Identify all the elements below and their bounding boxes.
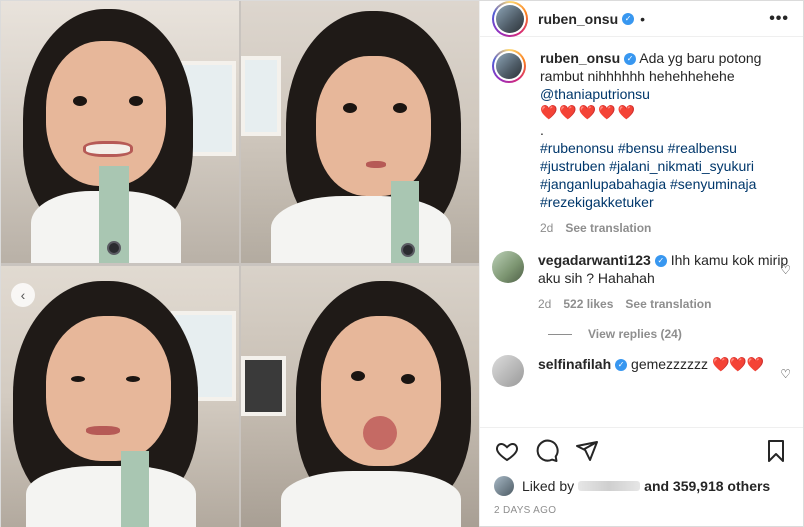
post-timestamp: 2 DAYS AGO	[494, 505, 557, 516]
post-panel: ruben_onsu ✓ • ••• ruben_onsu ✓ Ada yg ba…	[479, 0, 803, 526]
photo-tile-3	[1, 266, 239, 527]
author-username[interactable]: ruben_onsu	[538, 11, 618, 27]
photo-tile-4	[241, 266, 479, 527]
comment-age: 2d	[538, 297, 552, 311]
verified-badge-icon: ✓	[622, 12, 635, 25]
likes-summary[interactable]: Liked by and 359,918 others	[480, 473, 803, 499]
comment-bubble-icon[interactable]	[534, 438, 560, 464]
caption-age: 2d	[540, 221, 554, 235]
caption-row: ruben_onsu ✓ Ada yg baru potong rambut ni…	[492, 49, 791, 237]
verified-badge-icon: ✓	[615, 359, 628, 372]
view-replies-label: View replies (24)	[588, 327, 682, 341]
photo-tile-2	[241, 1, 479, 263]
commenter-avatar[interactable]	[492, 355, 524, 387]
commenter-username[interactable]: vegadarwanti123	[538, 252, 651, 268]
more-options-icon[interactable]: •••	[769, 10, 789, 28]
post-container: ‹ ruben_onsu ✓ • ••• ruben_onsu ✓ Ada yg …	[0, 0, 804, 527]
caption-see-translation-link[interactable]: See translation	[565, 219, 651, 237]
commenter-username[interactable]: selfinafilah	[538, 356, 611, 372]
liked-by-prefix: Liked by	[522, 478, 575, 494]
comment-like-heart-icon[interactable]: ♡	[780, 367, 791, 381]
commenter-avatar[interactable]	[492, 251, 524, 283]
comments-section[interactable]: ruben_onsu ✓ Ada yg baru potong rambut ni…	[480, 37, 803, 427]
share-send-icon[interactable]	[574, 438, 600, 464]
post-actions-bar	[480, 427, 803, 473]
caption-hearts: ❤️❤️❤️❤️❤️	[540, 104, 638, 120]
comment-likes[interactable]: 522 likes	[563, 295, 613, 313]
comment-row: selfinafilah ✓ gemezzzzzz ❤️❤️❤️ ♡	[492, 355, 791, 387]
separator-dot: •	[640, 10, 646, 27]
caption-dot: .	[540, 122, 544, 138]
comment-row: vegadarwanti123 ✓ Ihh kamu kok mirip aku …	[492, 251, 791, 313]
comment-text: gemezzzzzz ❤️❤️❤️	[631, 356, 765, 372]
caption-mention-link[interactable]: @thaniaputrionsu	[540, 86, 650, 102]
verified-badge-icon: ✓	[654, 255, 667, 268]
save-bookmark-icon[interactable]	[763, 438, 789, 464]
photo-tile-1	[1, 1, 239, 263]
comment-see-translation-link[interactable]: See translation	[625, 295, 711, 313]
caption-username[interactable]: ruben_onsu	[540, 50, 620, 66]
caption-hashtags[interactable]: #rubenonsu #bensu #realbensu #justruben …	[540, 140, 756, 210]
like-heart-icon[interactable]	[494, 438, 520, 464]
comment-like-heart-icon[interactable]: ♡	[780, 263, 791, 277]
author-avatar[interactable]	[492, 0, 528, 37]
liker-avatar	[494, 476, 514, 496]
verified-badge-icon: ✓	[624, 53, 637, 66]
post-media-collage[interactable]: ‹	[1, 1, 479, 527]
liked-by-suffix[interactable]: and 359,918 others	[644, 478, 770, 494]
blurred-username	[578, 481, 641, 491]
view-replies-button[interactable]: View replies (24)	[548, 327, 791, 341]
carousel-prev-button[interactable]: ‹	[11, 283, 35, 307]
caption-avatar[interactable]	[492, 49, 526, 83]
post-header: ruben_onsu ✓ • •••	[480, 0, 803, 37]
